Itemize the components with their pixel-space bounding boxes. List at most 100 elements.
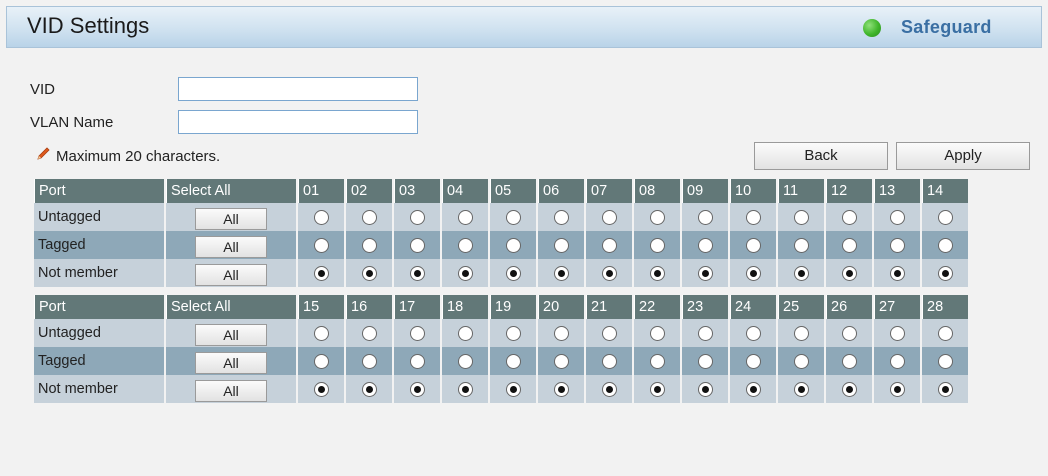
- port-08-untagged-radio[interactable]: [649, 209, 665, 225]
- port-25-notmember-radio[interactable]: [793, 381, 809, 397]
- port-17-tagged-radio[interactable]: [409, 353, 425, 369]
- port-cell: [826, 347, 872, 375]
- port-13-notmember-radio[interactable]: [889, 265, 905, 281]
- back-button[interactable]: Back: [754, 142, 888, 170]
- port-09-notmember-radio[interactable]: [697, 265, 713, 281]
- port-13-tagged-radio[interactable]: [889, 237, 905, 253]
- port-25-tagged-radio[interactable]: [793, 353, 809, 369]
- port-20-tagged-radio[interactable]: [553, 353, 569, 369]
- port-14-tagged-radio[interactable]: [937, 237, 953, 253]
- port-03-untagged-radio[interactable]: [409, 209, 425, 225]
- port-10-untagged-radio[interactable]: [745, 209, 761, 225]
- port-24-tagged-radio[interactable]: [745, 353, 761, 369]
- port-number-01: 01: [298, 179, 344, 203]
- all-tagged-button[interactable]: All: [195, 352, 267, 374]
- port-number-10: 10: [730, 179, 776, 203]
- port-01-tagged-radio[interactable]: [313, 237, 329, 253]
- port-19-tagged-radio[interactable]: [505, 353, 521, 369]
- port-12-untagged-radio[interactable]: [841, 209, 857, 225]
- all-untagged-button[interactable]: All: [195, 324, 267, 346]
- all-untagged-button[interactable]: All: [195, 208, 267, 230]
- all-notmember-button[interactable]: All: [195, 380, 267, 402]
- port-21-untagged-radio[interactable]: [601, 325, 617, 341]
- page-title: VID Settings: [27, 13, 150, 38]
- port-21-tagged-radio[interactable]: [601, 353, 617, 369]
- port-28-tagged-radio[interactable]: [937, 353, 953, 369]
- port-18-untagged-radio[interactable]: [457, 325, 473, 341]
- port-08-tagged-radio[interactable]: [649, 237, 665, 253]
- port-15-untagged-radio[interactable]: [313, 325, 329, 341]
- port-03-notmember-radio[interactable]: [409, 265, 425, 281]
- port-22-tagged-radio[interactable]: [649, 353, 665, 369]
- port-05-tagged-radio[interactable]: [505, 237, 521, 253]
- port-03-tagged-radio[interactable]: [409, 237, 425, 253]
- port-10-tagged-radio[interactable]: [745, 237, 761, 253]
- port-28-notmember-radio[interactable]: [937, 381, 953, 397]
- port-09-tagged-radio[interactable]: [697, 237, 713, 253]
- port-04-notmember-radio[interactable]: [457, 265, 473, 281]
- port-22-untagged-radio[interactable]: [649, 325, 665, 341]
- all-notmember-button[interactable]: All: [195, 264, 267, 286]
- port-16-tagged-radio[interactable]: [361, 353, 377, 369]
- membership-row-tagged: Tagged All: [34, 347, 968, 375]
- port-07-notmember-radio[interactable]: [601, 265, 617, 281]
- port-19-untagged-radio[interactable]: [505, 325, 521, 341]
- port-16-notmember-radio[interactable]: [361, 381, 377, 397]
- port-27-untagged-radio[interactable]: [889, 325, 905, 341]
- port-cell: [634, 347, 680, 375]
- port-01-notmember-radio[interactable]: [313, 265, 329, 281]
- port-12-tagged-radio[interactable]: [841, 237, 857, 253]
- vlan-name-input[interactable]: [178, 110, 418, 134]
- port-15-tagged-radio[interactable]: [313, 353, 329, 369]
- port-22-notmember-radio[interactable]: [649, 381, 665, 397]
- port-04-tagged-radio[interactable]: [457, 237, 473, 253]
- port-25-untagged-radio[interactable]: [793, 325, 809, 341]
- port-16-untagged-radio[interactable]: [361, 325, 377, 341]
- port-09-untagged-radio[interactable]: [697, 209, 713, 225]
- port-20-untagged-radio[interactable]: [553, 325, 569, 341]
- port-07-tagged-radio[interactable]: [601, 237, 617, 253]
- port-23-tagged-radio[interactable]: [697, 353, 713, 369]
- port-20-notmember-radio[interactable]: [553, 381, 569, 397]
- port-23-notmember-radio[interactable]: [697, 381, 713, 397]
- port-11-notmember-radio[interactable]: [793, 265, 809, 281]
- port-05-untagged-radio[interactable]: [505, 209, 521, 225]
- port-10-notmember-radio[interactable]: [745, 265, 761, 281]
- port-18-tagged-radio[interactable]: [457, 353, 473, 369]
- port-28-untagged-radio[interactable]: [937, 325, 953, 341]
- port-26-untagged-radio[interactable]: [841, 325, 857, 341]
- all-tagged-button[interactable]: All: [195, 236, 267, 258]
- port-17-notmember-radio[interactable]: [409, 381, 425, 397]
- port-06-tagged-radio[interactable]: [553, 237, 569, 253]
- port-24-untagged-radio[interactable]: [745, 325, 761, 341]
- port-14-notmember-radio[interactable]: [937, 265, 953, 281]
- port-23-untagged-radio[interactable]: [697, 325, 713, 341]
- port-21-notmember-radio[interactable]: [601, 381, 617, 397]
- port-13-untagged-radio[interactable]: [889, 209, 905, 225]
- port-11-tagged-radio[interactable]: [793, 237, 809, 253]
- port-01-untagged-radio[interactable]: [313, 209, 329, 225]
- port-11-untagged-radio[interactable]: [793, 209, 809, 225]
- port-15-notmember-radio[interactable]: [313, 381, 329, 397]
- port-24-notmember-radio[interactable]: [745, 381, 761, 397]
- port-07-untagged-radio[interactable]: [601, 209, 617, 225]
- port-14-untagged-radio[interactable]: [937, 209, 953, 225]
- port-02-untagged-radio[interactable]: [361, 209, 377, 225]
- port-02-notmember-radio[interactable]: [361, 265, 377, 281]
- port-06-notmember-radio[interactable]: [553, 265, 569, 281]
- vid-input[interactable]: [178, 77, 418, 101]
- port-18-notmember-radio[interactable]: [457, 381, 473, 397]
- port-05-notmember-radio[interactable]: [505, 265, 521, 281]
- port-12-notmember-radio[interactable]: [841, 265, 857, 281]
- port-04-untagged-radio[interactable]: [457, 209, 473, 225]
- port-27-tagged-radio[interactable]: [889, 353, 905, 369]
- port-06-untagged-radio[interactable]: [553, 209, 569, 225]
- port-08-notmember-radio[interactable]: [649, 265, 665, 281]
- port-27-notmember-radio[interactable]: [889, 381, 905, 397]
- port-26-tagged-radio[interactable]: [841, 353, 857, 369]
- port-02-tagged-radio[interactable]: [361, 237, 377, 253]
- port-17-untagged-radio[interactable]: [409, 325, 425, 341]
- apply-button[interactable]: Apply: [896, 142, 1030, 170]
- port-19-notmember-radio[interactable]: [505, 381, 521, 397]
- port-26-notmember-radio[interactable]: [841, 381, 857, 397]
